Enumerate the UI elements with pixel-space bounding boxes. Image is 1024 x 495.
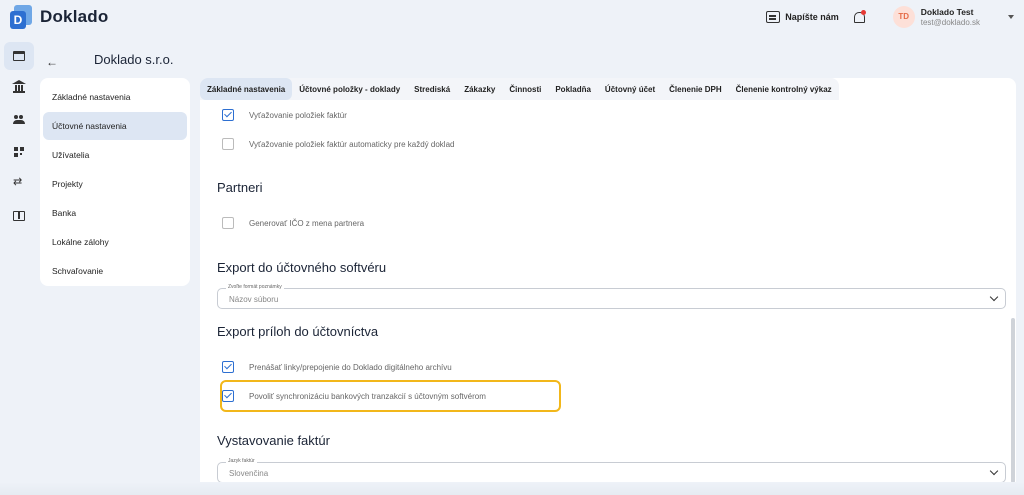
tab-bar: Základné nastavenia Účtovné položky - do… bbox=[200, 78, 839, 100]
setting-label: Vyťažovanie položiek faktúr automaticky … bbox=[249, 139, 455, 149]
header-actions: Napíšte nám TD Doklado Test test@doklado… bbox=[766, 4, 1014, 30]
tab-basic-settings[interactable]: Základné nastavenia bbox=[200, 78, 293, 100]
tab-accounting-items[interactable]: Účtovné položky - doklady bbox=[292, 78, 407, 100]
setting-row[interactable]: Vyťažovanie položiek faktúr bbox=[222, 108, 347, 122]
user-info[interactable]: Doklado Test test@doklado.sk bbox=[921, 7, 980, 27]
chevron-down-icon bbox=[989, 292, 999, 302]
setting-row[interactable]: Prenášať linky/prepojenie do Doklado dig… bbox=[222, 360, 452, 374]
rail-item-users[interactable] bbox=[4, 106, 34, 134]
subnav-item-local-backups[interactable]: Lokálne zálohy bbox=[43, 228, 187, 256]
message-icon[interactable] bbox=[766, 11, 781, 23]
user-avatar[interactable]: TD bbox=[892, 6, 915, 28]
tab-control-statement[interactable]: Členenie kontrolný výkaz bbox=[729, 78, 839, 100]
back-arrow-icon[interactable]: ← bbox=[46, 55, 58, 69]
select-value: Názov súboru bbox=[229, 295, 279, 304]
app-name: Doklado bbox=[40, 7, 109, 26]
tab-orders[interactable]: Zákazky bbox=[457, 78, 502, 100]
tab-cash-register[interactable]: Pokladňa bbox=[548, 78, 598, 100]
select-value: Slovenčina bbox=[229, 469, 269, 478]
setting-label: Prenášať linky/prepojenie do Doklado dig… bbox=[249, 362, 452, 372]
company-name: Doklado s.r.o. bbox=[94, 52, 174, 67]
transfer-archive-links-checkbox[interactable] bbox=[222, 361, 234, 373]
user-name: Doklado Test bbox=[920, 7, 974, 17]
section-title-export-attachments: Export príloh do účtovníctva bbox=[217, 324, 379, 339]
chevron-down-icon[interactable] bbox=[1008, 15, 1014, 19]
rail-item-qr[interactable] bbox=[4, 138, 34, 166]
setting-row[interactable]: Vyťažovanie položiek faktúr automaticky … bbox=[222, 137, 454, 151]
select-label: Zvoľte formát poznámky bbox=[226, 284, 284, 290]
top-bar: D Doklado Napíšte nám TD Doklado Test te… bbox=[0, 0, 1024, 34]
section-title-partners: Partneri bbox=[217, 180, 263, 195]
store-icon bbox=[13, 51, 25, 61]
tab-accounting-account[interactable]: Účtovný účet bbox=[598, 78, 662, 100]
write-us-link[interactable]: Napíšte nám bbox=[785, 12, 839, 22]
subnav-item-bank[interactable]: Banka bbox=[43, 199, 187, 227]
invoice-language-select[interactable]: Jazyk faktúr Slovenčina bbox=[217, 458, 1006, 483]
subnav-item-projects[interactable]: Projekty bbox=[43, 170, 187, 198]
user-email: test@doklado.sk bbox=[920, 18, 980, 27]
note-format-select[interactable]: Zvoľte formát poznámky Názov súboru bbox=[217, 284, 1006, 309]
setting-label: Vyťažovanie položiek faktúr bbox=[249, 110, 347, 120]
subnav-item-accounting-settings[interactable]: Účtovné nastavenia bbox=[43, 112, 187, 140]
select-label: Jazyk faktúr bbox=[226, 458, 257, 464]
subnav-item-basic-settings[interactable]: Základné nastavenia bbox=[43, 83, 187, 111]
bank-icon bbox=[12, 80, 26, 93]
users-icon bbox=[13, 115, 25, 125]
bottom-edge bbox=[0, 482, 1024, 495]
highlight-box bbox=[220, 380, 561, 412]
setting-row[interactable]: Povoliť synchronizáciu bankových tranzak… bbox=[220, 380, 561, 412]
rail-item-bank[interactable] bbox=[4, 74, 34, 102]
notification-bell-icon[interactable] bbox=[853, 10, 866, 23]
setting-row[interactable]: Generovať IČO z mena partnera bbox=[222, 216, 364, 230]
logo-icon: D bbox=[10, 5, 34, 29]
tab-cost-centers[interactable]: Strediská bbox=[407, 78, 457, 100]
invoice-items-extraction-checkbox[interactable] bbox=[222, 109, 234, 121]
icon-rail bbox=[4, 42, 34, 234]
section-title-invoicing: Vystavovanie faktúr bbox=[217, 433, 330, 448]
subnav-item-approval[interactable]: Schvaľovanie bbox=[43, 257, 187, 285]
section-title-export-software: Export do účtovného softvéru bbox=[217, 260, 387, 275]
bank-sync-checkbox[interactable] bbox=[222, 390, 234, 402]
tab-activities[interactable]: Činnosti bbox=[502, 78, 548, 100]
generate-ico-checkbox[interactable] bbox=[222, 217, 234, 229]
rail-item-book[interactable] bbox=[4, 202, 34, 230]
rail-item-transfers[interactable] bbox=[4, 170, 34, 198]
rail-item-companies[interactable] bbox=[4, 42, 34, 70]
swap-arrows-icon bbox=[13, 175, 25, 189]
tab-vat-breakdown[interactable]: Členenie DPH bbox=[662, 78, 728, 100]
scrollbar[interactable] bbox=[1011, 318, 1015, 483]
app-logo[interactable]: D Doklado bbox=[10, 5, 108, 29]
chevron-down-icon bbox=[989, 466, 999, 476]
settings-subnav: Základné nastavenia Účtovné nastavenia U… bbox=[40, 78, 190, 286]
book-icon bbox=[13, 211, 25, 221]
qr-code-icon bbox=[14, 147, 24, 157]
settings-panel: Základné nastavenia Účtovné položky - do… bbox=[200, 78, 1016, 495]
setting-label: Generovať IČO z mena partnera bbox=[249, 218, 365, 228]
subnav-item-users[interactable]: Užívatelia bbox=[43, 141, 187, 169]
auto-invoice-items-extraction-checkbox[interactable] bbox=[222, 138, 234, 150]
